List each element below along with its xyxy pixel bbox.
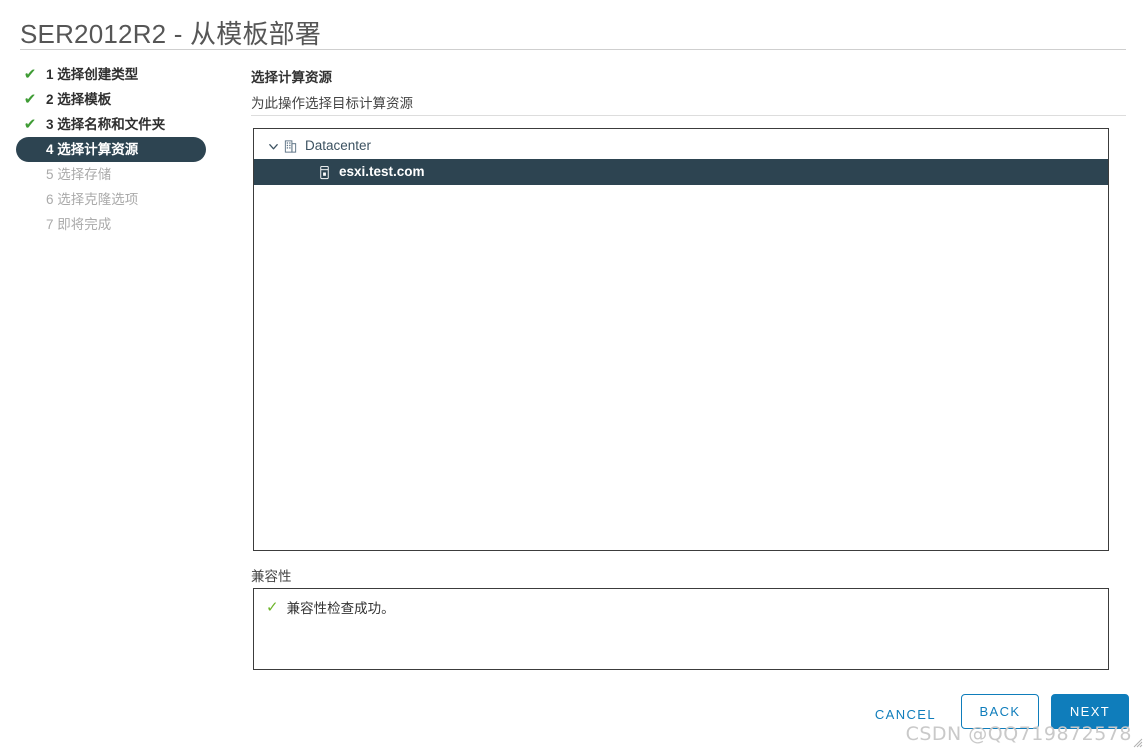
compatibility-panel: ✓ 兼容性检查成功。: [253, 588, 1109, 670]
wizard-step-5[interactable]: 5 选择存储: [16, 162, 236, 187]
next-button[interactable]: NEXT: [1051, 694, 1129, 729]
back-button[interactable]: BACK: [961, 694, 1039, 729]
wizard-step-list: ✔ 1 选择创建类型 ✔ 2 选择模板 ✔ 3 选择名称和文件夹 4 选择计算资源 5 选择存…: [16, 62, 236, 237]
wizard-step-label: 2 选择模板: [46, 92, 112, 107]
chevron-down-icon[interactable]: [264, 133, 282, 159]
wizard-step-label: 3 选择名称和文件夹: [46, 117, 166, 132]
check-icon: ✓: [266, 598, 279, 616]
wizard-step-label: 1 选择创建类型: [46, 67, 139, 82]
resize-grip-icon[interactable]: [1133, 738, 1143, 748]
wizard-step-7[interactable]: 7 即将完成: [16, 212, 236, 237]
content-subheading: 为此操作选择目标计算资源: [251, 96, 413, 111]
wizard-step-label: 6 选择克隆选项: [46, 192, 139, 207]
compatibility-message: 兼容性检查成功。: [286, 601, 395, 616]
tree-twisty-spacer: [298, 159, 316, 185]
tree-node-datacenter[interactable]: Datacenter: [254, 133, 1108, 159]
page-title: SER2012R2 - 从模板部署: [20, 19, 322, 49]
host-icon: [316, 164, 332, 180]
tree-node-label: esxi.test.com: [339, 164, 425, 179]
wizard-step-label: 5 选择存储: [46, 167, 112, 182]
compute-resource-tree[interactable]: Datacenter esxi.test.com: [253, 128, 1109, 551]
cancel-button[interactable]: CANCEL: [869, 703, 942, 726]
content-heading: 选择计算资源: [251, 70, 332, 85]
tree-node-label: Datacenter: [305, 138, 372, 153]
datacenter-icon: [282, 138, 298, 154]
wizard-step-6[interactable]: 6 选择克隆选项: [16, 187, 236, 212]
content-header: 选择计算资源 为此操作选择目标计算资源: [251, 66, 413, 112]
step-complete-check-icon: ✔: [23, 66, 37, 83]
compatibility-message-row: ✓ 兼容性检查成功。: [254, 589, 1108, 617]
wizard-step-2[interactable]: ✔ 2 选择模板: [16, 87, 236, 112]
content-divider: [251, 115, 1126, 116]
step-complete-check-icon: ✔: [23, 116, 37, 133]
step-complete-check-icon: ✔: [23, 91, 37, 108]
tree-node-esxi-test-com[interactable]: esxi.test.com: [254, 159, 1108, 185]
compatibility-label: 兼容性: [251, 569, 292, 584]
title-divider: [20, 49, 1126, 50]
wizard-step-label: 7 即将完成: [46, 217, 112, 232]
wizard-step-3[interactable]: ✔ 3 选择名称和文件夹: [16, 112, 236, 137]
wizard-step-label: 4 选择计算资源: [46, 142, 139, 157]
dialog-footer: CANCEL BACK NEXT: [0, 694, 1146, 734]
wizard-step-4[interactable]: 4 选择计算资源: [16, 137, 206, 162]
wizard-step-1[interactable]: ✔ 1 选择创建类型: [16, 62, 236, 87]
